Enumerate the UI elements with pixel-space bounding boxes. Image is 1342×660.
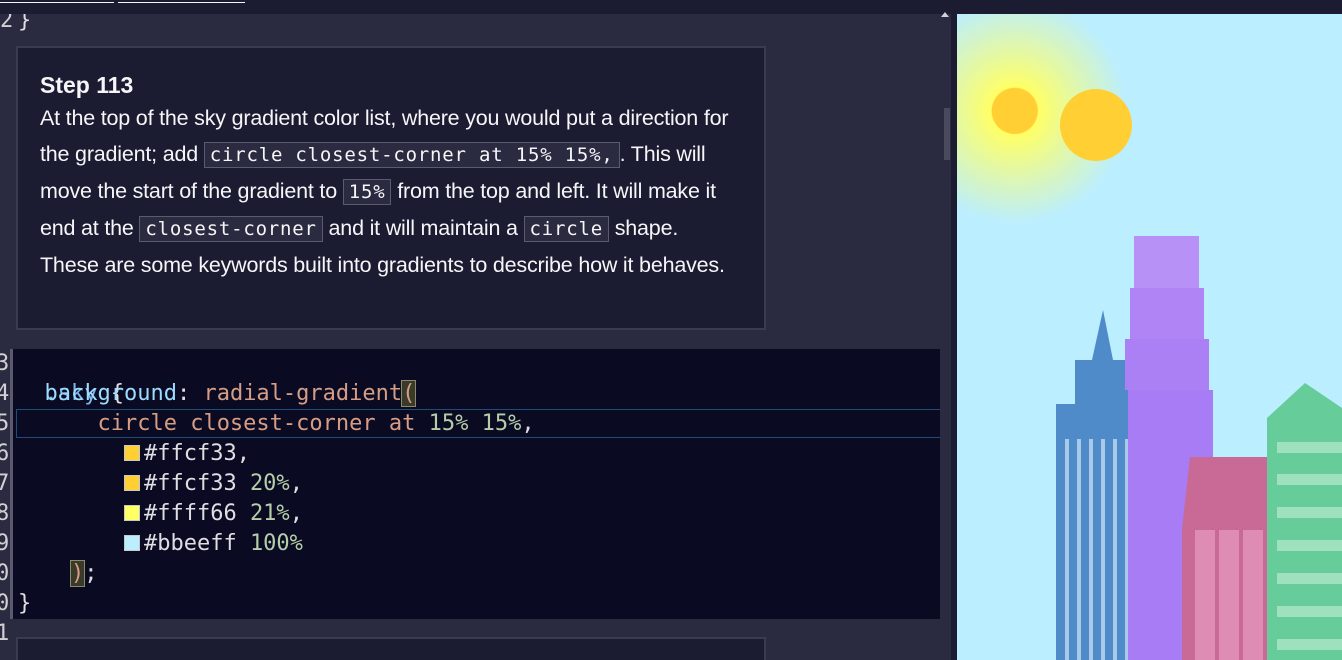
color-swatch-icon[interactable]	[123, 505, 140, 521]
stop-position: 100%	[249, 531, 303, 556]
code-line-color-stop[interactable]: #ffcf33 20%,	[18, 469, 303, 499]
code-line-editable[interactable]: circle closest-corner at 15% 15%,	[18, 409, 535, 439]
gradient-position: 15% 15%	[428, 411, 522, 436]
inline-code: circle closest-corner at 15% 15%,	[203, 142, 620, 168]
line-number: 9	[0, 531, 10, 556]
gutter-number: 2	[0, 14, 14, 33]
top-bar	[0, 0, 1342, 14]
hex-color: #ffcf33	[143, 471, 237, 496]
code-line-selector[interactable]: .sky {	[18, 349, 124, 406]
line-number: 1	[0, 621, 10, 646]
cityscape-preview	[1056, 89, 1342, 660]
comma: ,	[521, 411, 535, 436]
line-number: 6	[0, 441, 10, 466]
step-description: At the top of the sky gradient color lis…	[40, 100, 742, 283]
colon: :	[176, 381, 191, 406]
code-line-close-brace[interactable]: }	[18, 589, 31, 619]
color-swatch-icon[interactable]	[123, 445, 140, 461]
line-number: 4	[0, 381, 10, 406]
css-function: radial-gradient	[203, 381, 403, 406]
next-card	[16, 637, 766, 660]
hex-color: #ffcf33	[143, 441, 237, 466]
prev-code-line: }	[18, 14, 32, 33]
open-paren: (	[401, 380, 417, 407]
top-tab-indicator-right[interactable]	[118, 0, 245, 3]
css-property: background	[44, 381, 177, 406]
line-number: 0	[0, 561, 10, 586]
green-building	[1267, 383, 1342, 660]
code-line-color-stop[interactable]: #ffff66 21%,	[18, 499, 303, 529]
code-line-property[interactable]: background: radial-gradient(	[18, 379, 417, 409]
line-number: 0	[0, 591, 10, 616]
color-swatch-icon[interactable]	[123, 475, 140, 491]
semicolon: ;	[84, 561, 98, 586]
code-line-color-stop[interactable]: #ffcf33,	[18, 439, 250, 469]
hex-color: #bbeeff	[143, 531, 237, 556]
line-number: 7	[0, 471, 10, 496]
scroll-up-arrow-icon[interactable]	[941, 12, 949, 17]
hex-color: #ffff66	[143, 501, 237, 526]
sun	[1060, 89, 1132, 161]
line-number: 3	[0, 351, 10, 376]
line-number: 5	[0, 411, 10, 436]
stop-position: 21%	[249, 501, 290, 526]
editor-scrollbar-thumb[interactable]	[944, 108, 950, 160]
inline-code: circle	[523, 216, 609, 242]
code-line-color-stop[interactable]: #bbeeff 100%	[18, 529, 303, 559]
inline-code: closest-corner	[139, 216, 323, 242]
pink-building	[1182, 457, 1275, 660]
top-tab-indicator-left[interactable]	[0, 0, 114, 3]
comma: ,	[289, 501, 303, 526]
gradient-shape-keywords: circle closest-corner at	[97, 411, 416, 436]
comma: ,	[289, 471, 303, 496]
close-brace: }	[18, 591, 32, 616]
close-paren: )	[69, 560, 86, 587]
editable-region-marker	[10, 349, 13, 619]
code-line-close-paren[interactable]: );	[18, 559, 97, 589]
preview-pane	[957, 14, 1342, 660]
comma: ,	[236, 441, 250, 466]
step-title: Step 113	[40, 72, 134, 98]
step-text: and it will maintain a	[322, 216, 524, 240]
line-number: 8	[0, 501, 10, 526]
stop-position: 20%	[249, 471, 290, 496]
step-instructions-card: Step 113 At the top of the sky gradient …	[16, 46, 766, 330]
inline-code: 15%	[342, 179, 392, 205]
color-swatch-icon[interactable]	[123, 535, 140, 551]
